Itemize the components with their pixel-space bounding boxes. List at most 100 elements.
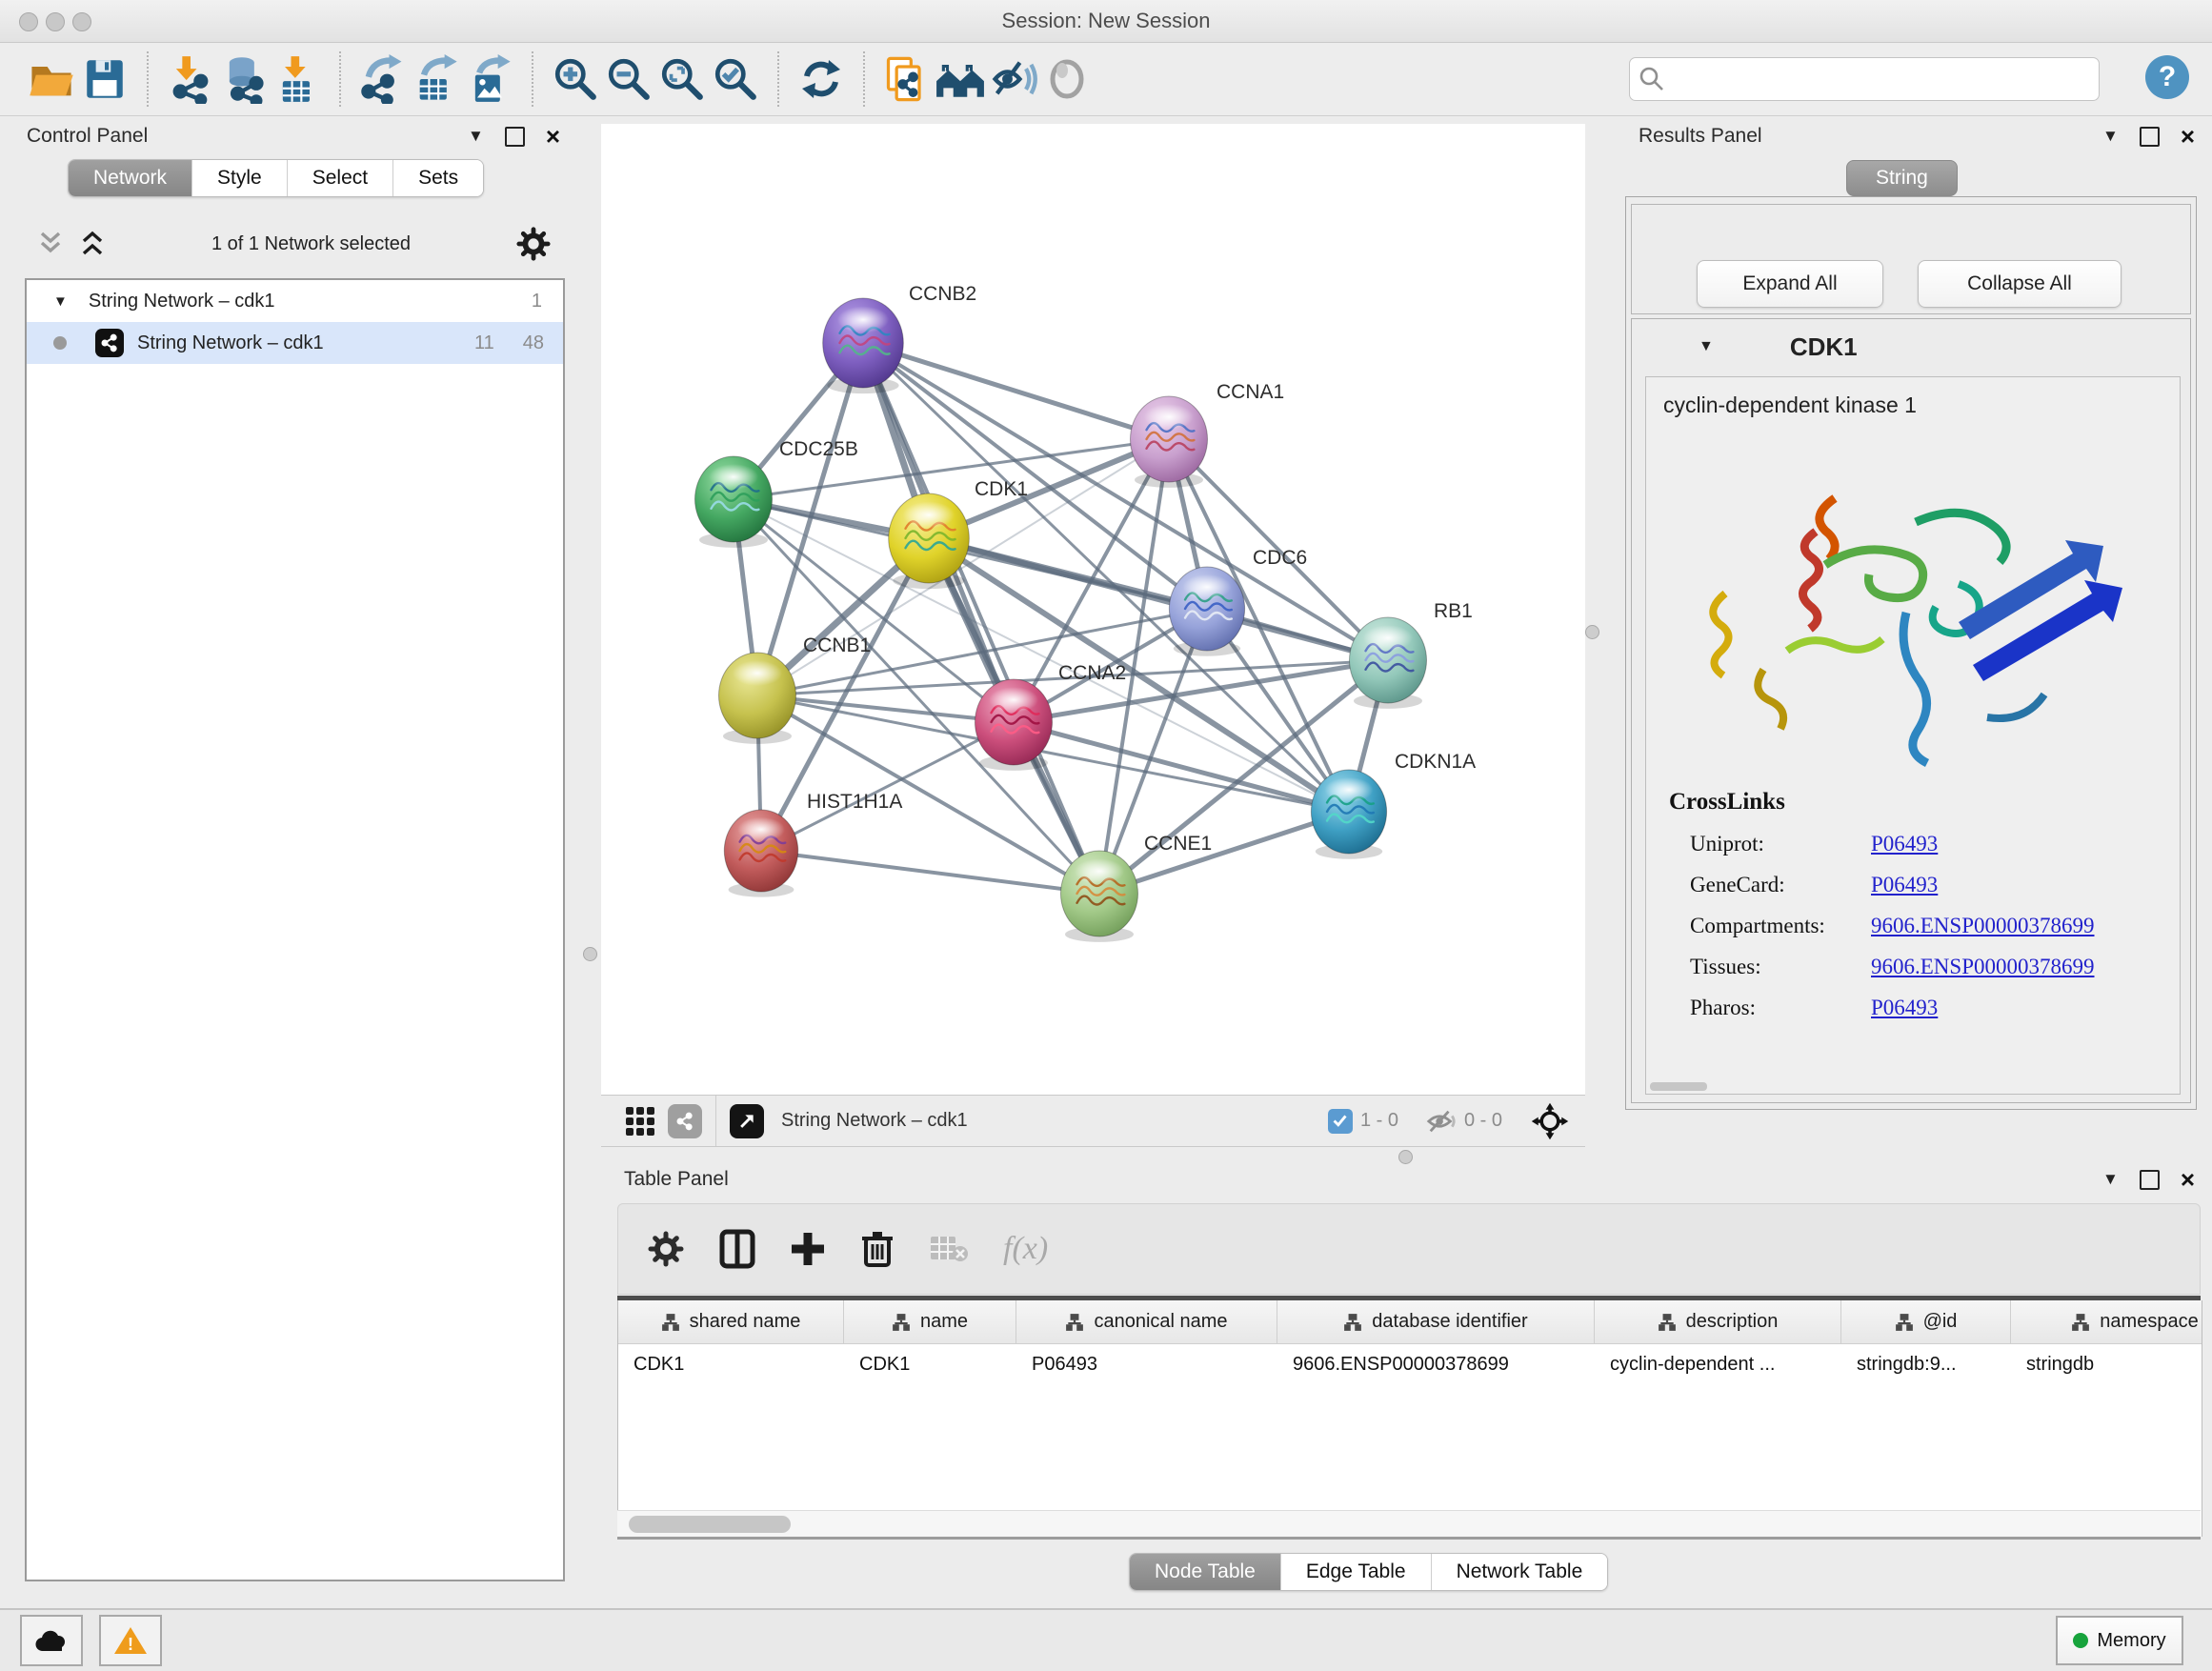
results-hscroll-thumb[interactable] <box>1650 1082 1707 1091</box>
crosslink-link[interactable]: 9606.ENSP00000378699 <box>1871 914 2095 938</box>
panel-close-icon[interactable]: × <box>2181 1172 2195 1188</box>
add-column-icon[interactable] <box>790 1231 826 1267</box>
panel-float-icon[interactable] <box>2140 127 2160 147</box>
tab-string[interactable]: String <box>1846 160 1958 196</box>
column-header[interactable]: shared name <box>618 1300 844 1343</box>
cloud-button[interactable] <box>20 1615 83 1666</box>
help-button[interactable]: ? <box>2145 55 2189 99</box>
network-canvas[interactable]: CCNB2CCNA1CDC25BCDK1CDC6RB1CCNB1CCNA2CDK… <box>601 124 1585 1095</box>
panel-float-icon[interactable] <box>505 127 525 147</box>
crosslink-link[interactable]: 9606.ENSP00000378699 <box>1871 955 2095 979</box>
crosslink-link[interactable]: P06493 <box>1871 996 1938 1020</box>
memory-button[interactable]: Memory <box>2056 1616 2183 1665</box>
grid-view-icon[interactable] <box>626 1107 654 1136</box>
collapse-all-icon[interactable] <box>36 231 65 257</box>
show-hidden-button[interactable] <box>1040 52 1094 106</box>
external-arrow-icon <box>737 1112 756 1131</box>
crosslink-label: GeneCard: <box>1690 873 1871 897</box>
panel-menu-icon[interactable]: ▼ <box>2102 1170 2119 1189</box>
hide-selected-button[interactable] <box>987 52 1040 106</box>
toolbar-separator <box>339 51 341 107</box>
network-graph[interactable]: CCNB2CCNA1CDC25BCDK1CDC6RB1CCNB1CCNA2CDK… <box>601 124 1585 1095</box>
column-type-icon <box>1065 1313 1084 1332</box>
column-header[interactable]: description <box>1595 1300 1841 1343</box>
toolbar-separator <box>863 51 865 107</box>
zoom-in-button[interactable] <box>549 52 602 106</box>
open-in-window-button[interactable] <box>730 1104 764 1138</box>
table-hscrollbar[interactable] <box>617 1510 2201 1538</box>
show-all-networks-button[interactable] <box>934 52 987 106</box>
node-label-CDKN1A: CDKN1A <box>1395 751 1476 773</box>
column-header[interactable]: name <box>844 1300 1016 1343</box>
export-table-icon <box>412 54 461 104</box>
column-header[interactable]: canonical name <box>1016 1300 1277 1343</box>
import-table-file-button[interactable] <box>271 52 324 106</box>
zoom-fit-button[interactable] <box>655 52 709 106</box>
search-input[interactable] <box>1674 60 2099 98</box>
expand-all-button[interactable]: Expand All <box>1697 260 1883 308</box>
string-badge-icon[interactable] <box>668 1104 702 1138</box>
export-network-button[interactable] <box>356 52 410 106</box>
tab-style[interactable]: Style <box>192 160 288 196</box>
pan-crosshair-icon[interactable] <box>1530 1101 1570 1141</box>
warnings-button[interactable]: ! <box>99 1615 162 1666</box>
delete-column-icon[interactable] <box>860 1229 895 1269</box>
window-title: Session: New Session <box>0 9 2212 33</box>
network-name: String Network – cdk1 <box>137 332 324 354</box>
right-splitter-handle[interactable] <box>1585 625 1599 639</box>
panel-float-icon[interactable] <box>2140 1170 2160 1190</box>
column-header[interactable]: namespace <box>2011 1300 2202 1343</box>
open-folder-icon <box>27 54 76 104</box>
zoom-out-button[interactable] <box>602 52 655 106</box>
tab-node-table[interactable]: Node Table <box>1130 1554 1281 1590</box>
save-session-button[interactable] <box>78 52 131 106</box>
tree-expand-icon[interactable]: ▼ <box>53 293 68 310</box>
column-header[interactable]: database identifier <box>1277 1300 1595 1343</box>
import-network-file-button[interactable] <box>164 52 217 106</box>
column-header[interactable]: @id <box>1841 1300 2011 1343</box>
expand-all-icon[interactable] <box>78 231 107 257</box>
table-bottom-border <box>617 1537 2201 1540</box>
tab-edge-table[interactable]: Edge Table <box>1281 1554 1432 1590</box>
table-row[interactable]: CDK1 CDK1 P06493 9606.ENSP00000378699 cy… <box>618 1344 2202 1385</box>
column-type-icon <box>1895 1313 1914 1332</box>
gear-icon[interactable] <box>515 226 552 262</box>
zoom-selected-button[interactable] <box>709 52 762 106</box>
protein-structure-image <box>1673 432 2168 784</box>
zoom-fit-icon <box>658 55 706 103</box>
network-list: ▼ String Network – cdk1 1 String Network… <box>25 278 565 1581</box>
hidden-eye-icon[interactable] <box>1426 1109 1457 1134</box>
horizontal-splitter-handle[interactable] <box>1398 1150 1413 1164</box>
clone-network-button[interactable] <box>880 52 934 106</box>
import-table-icon <box>272 54 322 104</box>
panel-menu-icon[interactable]: ▼ <box>468 127 484 146</box>
table-gear-icon[interactable] <box>647 1230 685 1268</box>
panel-close-icon[interactable]: × <box>2181 129 2195 145</box>
view-network-name: String Network – cdk1 <box>781 1110 968 1132</box>
left-splitter-handle[interactable] <box>583 947 597 961</box>
crosslink-label: Pharos: <box>1690 996 1871 1020</box>
table-hscroll-thumb[interactable] <box>629 1516 791 1533</box>
network-row-selected[interactable]: String Network – cdk1 11 48 <box>27 322 563 364</box>
import-network-database-button[interactable] <box>217 52 271 106</box>
panel-close-icon[interactable]: × <box>546 129 560 145</box>
selected-checkbox-icon[interactable] <box>1328 1109 1353 1134</box>
apply-layout-button[interactable] <box>794 52 848 106</box>
tab-network[interactable]: Network <box>69 160 192 196</box>
export-image-button[interactable] <box>463 52 516 106</box>
open-session-button[interactable] <box>25 52 78 106</box>
network-collection-row[interactable]: ▼ String Network – cdk1 1 <box>27 280 563 322</box>
node-label-CCNB1: CCNB1 <box>803 634 871 656</box>
tab-network-table[interactable]: Network Table <box>1432 1554 1608 1590</box>
crosslink-link[interactable]: P06493 <box>1871 832 1938 856</box>
section-collapse-icon[interactable]: ▼ <box>1699 338 1714 355</box>
tab-select[interactable]: Select <box>288 160 393 196</box>
node-label-CDC6: CDC6 <box>1253 547 1307 569</box>
collapse-all-button[interactable]: Collapse All <box>1918 260 2122 308</box>
gene-section-header[interactable]: ▼ CDK1 <box>1632 319 2190 374</box>
tab-sets[interactable]: Sets <box>393 160 483 196</box>
crosslink-link[interactable]: P06493 <box>1871 873 1938 897</box>
show-columns-icon[interactable] <box>719 1229 755 1269</box>
panel-menu-icon[interactable]: ▼ <box>2102 127 2119 146</box>
export-table-button[interactable] <box>410 52 463 106</box>
